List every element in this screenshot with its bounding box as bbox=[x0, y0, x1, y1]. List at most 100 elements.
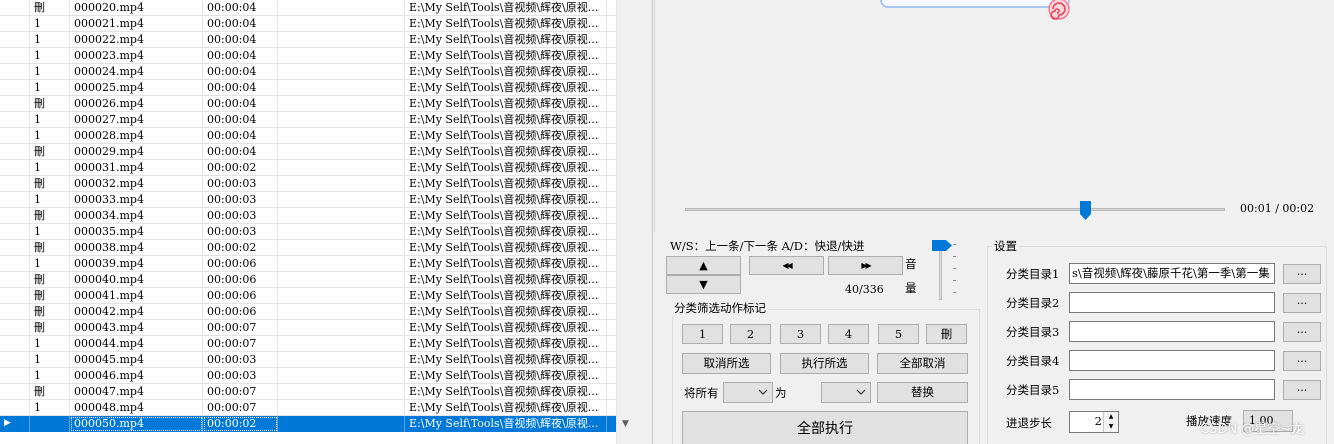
row-file-name[interactable]: 000048.mp4 bbox=[70, 400, 203, 416]
row-file-name[interactable]: 000047.mp4 bbox=[70, 384, 203, 400]
mark-3-button[interactable]: 3 bbox=[780, 324, 821, 344]
row-path[interactable]: E:\My Self\Tools\音视频\辉夜\原视... bbox=[405, 400, 607, 416]
row-flag[interactable]: 刪 bbox=[30, 0, 70, 16]
row-path[interactable]: E:\My Self\Tools\音视频\辉夜\原视... bbox=[405, 272, 607, 288]
row-duration[interactable]: 00:00:04 bbox=[203, 128, 278, 144]
table-row[interactable]: 1 000046.mp4 00:00:03 E:\My Self\Tools\音视频\… bbox=[0, 368, 616, 384]
row-path[interactable]: E:\My Self\Tools\音视频\辉夜\原视... bbox=[405, 336, 607, 352]
row-indicator-icon[interactable] bbox=[0, 96, 30, 112]
row-end-cell[interactable] bbox=[607, 400, 616, 416]
row-path[interactable]: E:\My Self\Tools\音视频\辉夜\原视... bbox=[405, 288, 607, 304]
row-path[interactable]: E:\My Self\Tools\音视频\辉夜\原视... bbox=[405, 176, 607, 192]
table-row[interactable]: 刪 000026.mp4 00:00:04 E:\My Self\Tools\音视频\… bbox=[0, 96, 616, 112]
row-empty-cell[interactable] bbox=[278, 48, 405, 64]
row-duration[interactable]: 00:00:03 bbox=[203, 208, 278, 224]
row-empty-cell[interactable] bbox=[278, 368, 405, 384]
replace-button[interactable]: 替换 bbox=[877, 382, 968, 403]
row-duration[interactable]: 00:00:07 bbox=[203, 400, 278, 416]
row-duration[interactable]: 00:00:04 bbox=[203, 48, 278, 64]
row-end-cell[interactable] bbox=[607, 96, 616, 112]
row-end-cell[interactable] bbox=[607, 48, 616, 64]
table-row[interactable]: 刪 000034.mp4 00:00:03 E:\My Self\Tools\音视频\… bbox=[0, 208, 616, 224]
row-path[interactable]: E:\My Self\Tools\音视频\辉夜\原视... bbox=[405, 80, 607, 96]
row-empty-cell[interactable] bbox=[278, 384, 405, 400]
cancel-all-button[interactable]: 全部取消 bbox=[877, 353, 968, 374]
video-list-grid[interactable]: 刪 000020.mp4 00:00:04 E:\My Self\Tools\音视频\… bbox=[0, 0, 633, 444]
row-indicator-icon[interactable] bbox=[0, 48, 30, 64]
row-end-cell[interactable] bbox=[607, 352, 616, 368]
row-end-cell[interactable] bbox=[607, 384, 616, 400]
row-path[interactable]: E:\My Self\Tools\音视频\辉夜\原视... bbox=[405, 320, 607, 336]
table-row[interactable]: 1 000023.mp4 00:00:04 E:\My Self\Tools\音视频\… bbox=[0, 48, 616, 64]
row-path[interactable]: E:\My Self\Tools\音视频\辉夜\原视... bbox=[405, 208, 607, 224]
row-indicator-icon[interactable] bbox=[0, 400, 30, 416]
row-file-name[interactable]: 000045.mp4 bbox=[70, 352, 203, 368]
execute-all-button[interactable]: 全部执行 bbox=[682, 411, 968, 444]
row-end-cell[interactable] bbox=[607, 112, 616, 128]
row-flag[interactable]: 1 bbox=[30, 64, 70, 80]
dir-1-input[interactable]: s\音视频\辉夜\藤原千花\第一季\第一集 bbox=[1069, 263, 1275, 284]
row-path[interactable]: E:\My Self\Tools\音视频\辉夜\原视... bbox=[405, 0, 607, 16]
row-empty-cell[interactable] bbox=[278, 208, 405, 224]
table-row[interactable]: 1 000045.mp4 00:00:03 E:\My Self\Tools\音视频\… bbox=[0, 352, 616, 368]
row-end-cell[interactable] bbox=[607, 416, 616, 432]
row-empty-cell[interactable] bbox=[278, 160, 405, 176]
row-indicator-icon[interactable] bbox=[0, 144, 30, 160]
row-end-cell[interactable] bbox=[607, 304, 616, 320]
row-file-name[interactable]: 000023.mp4 bbox=[70, 48, 203, 64]
table-row[interactable]: 1 000021.mp4 00:00:04 E:\My Self\Tools\音视频\… bbox=[0, 16, 616, 32]
row-duration[interactable]: 00:00:04 bbox=[203, 112, 278, 128]
row-indicator-icon[interactable] bbox=[0, 0, 30, 16]
row-empty-cell[interactable] bbox=[278, 400, 405, 416]
row-indicator-icon[interactable] bbox=[0, 288, 30, 304]
row-end-cell[interactable] bbox=[607, 224, 616, 240]
row-empty-cell[interactable] bbox=[278, 144, 405, 160]
row-flag[interactable]: 1 bbox=[30, 112, 70, 128]
table-row[interactable]: 刪 000041.mp4 00:00:06 E:\My Self\Tools\音视频\… bbox=[0, 288, 616, 304]
row-path[interactable]: E:\My Self\Tools\音视频\辉夜\原视... bbox=[405, 32, 607, 48]
row-path[interactable]: E:\My Self\Tools\音视频\辉夜\原视... bbox=[405, 256, 607, 272]
row-indicator-icon[interactable] bbox=[0, 320, 30, 336]
row-indicator-icon[interactable] bbox=[0, 128, 30, 144]
row-indicator-icon[interactable] bbox=[0, 336, 30, 352]
row-flag[interactable]: 刪 bbox=[30, 176, 70, 192]
row-file-name[interactable]: 000038.mp4 bbox=[70, 240, 203, 256]
row-empty-cell[interactable] bbox=[278, 336, 405, 352]
row-flag[interactable]: 1 bbox=[30, 80, 70, 96]
row-end-cell[interactable] bbox=[607, 128, 616, 144]
row-file-name[interactable]: 000031.mp4 bbox=[70, 160, 203, 176]
row-indicator-icon[interactable] bbox=[0, 224, 30, 240]
row-flag[interactable]: 刪 bbox=[30, 272, 70, 288]
dir-2-browse-button[interactable]: ... bbox=[1283, 293, 1321, 313]
dir-5-browse-button[interactable]: ... bbox=[1283, 380, 1321, 400]
row-indicator-icon[interactable] bbox=[0, 80, 30, 96]
table-row[interactable]: 1 000039.mp4 00:00:06 E:\My Self\Tools\音视频\… bbox=[0, 256, 616, 272]
row-empty-cell[interactable] bbox=[278, 80, 405, 96]
row-indicator-icon[interactable]: ▶ bbox=[0, 416, 30, 432]
row-duration[interactable]: 00:00:03 bbox=[203, 176, 278, 192]
fast-forward-button[interactable]: ▶▶ bbox=[828, 256, 903, 275]
dir-5-input[interactable] bbox=[1069, 379, 1275, 400]
row-indicator-icon[interactable] bbox=[0, 352, 30, 368]
row-empty-cell[interactable] bbox=[278, 64, 405, 80]
row-duration[interactable]: 00:00:02 bbox=[203, 240, 278, 256]
table-row[interactable]: 刪 000043.mp4 00:00:07 E:\My Self\Tools\音视频\… bbox=[0, 320, 616, 336]
row-empty-cell[interactable] bbox=[278, 240, 405, 256]
row-file-name[interactable]: 000026.mp4 bbox=[70, 96, 203, 112]
row-duration[interactable]: 00:00:03 bbox=[203, 224, 278, 240]
row-file-name[interactable]: 000034.mp4 bbox=[70, 208, 203, 224]
row-indicator-icon[interactable] bbox=[0, 176, 30, 192]
row-file-name[interactable]: 000039.mp4 bbox=[70, 256, 203, 272]
dir-3-input[interactable] bbox=[1069, 321, 1275, 342]
table-row[interactable]: 刪 000032.mp4 00:00:03 E:\My Self\Tools\音视频\… bbox=[0, 176, 616, 192]
row-end-cell[interactable] bbox=[607, 320, 616, 336]
spinner-down-icon[interactable]: ▼ bbox=[1104, 422, 1118, 432]
row-empty-cell[interactable] bbox=[278, 416, 405, 432]
row-indicator-icon[interactable] bbox=[0, 160, 30, 176]
row-path[interactable]: E:\My Self\Tools\音视频\辉夜\原视... bbox=[405, 128, 607, 144]
row-end-cell[interactable] bbox=[607, 288, 616, 304]
row-flag[interactable]: 1 bbox=[30, 48, 70, 64]
row-end-cell[interactable] bbox=[607, 144, 616, 160]
dir-2-input[interactable] bbox=[1069, 292, 1275, 313]
row-file-name[interactable]: 000035.mp4 bbox=[70, 224, 203, 240]
